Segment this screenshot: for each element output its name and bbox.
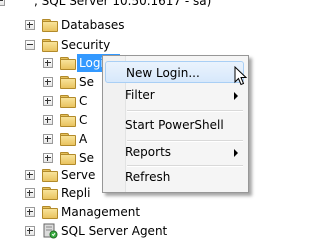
tree-item-label: A [79, 132, 88, 146]
expand-toggle[interactable] [25, 188, 35, 198]
tree-item-label: Se [79, 151, 94, 165]
expand-toggle[interactable] [25, 207, 35, 217]
folder-icon [60, 94, 76, 108]
mouse-pointer-icon [234, 66, 248, 86]
tree-item-label: Serve [61, 168, 96, 182]
menu-item-label: Reports [125, 145, 172, 159]
collapse-toggle[interactable] [25, 40, 35, 50]
expand-toggle[interactable] [25, 20, 35, 30]
expand-toggle[interactable] [25, 170, 35, 180]
folder-icon [42, 205, 58, 219]
context-menu: New Login... Filter Start PowerShell Rep… [102, 55, 249, 193]
tree-item-label: Databases [61, 18, 125, 32]
menu-item-new-login[interactable]: New Login... [105, 61, 244, 83]
menu-item-label: Start PowerShell [125, 118, 224, 132]
collapse-toggle[interactable] [0, 0, 5, 6]
folder-icon [60, 56, 76, 70]
menu-item-label: Refresh [125, 170, 171, 184]
server-node[interactable]: , SQL Server 10.50.1617 - sa) [0, 0, 323, 10]
menu-item-filter[interactable]: Filter [105, 84, 244, 106]
expand-toggle[interactable] [43, 153, 53, 163]
folder-icon [42, 186, 58, 200]
menu-separator [127, 110, 243, 112]
submenu-arrow-icon [234, 92, 238, 100]
tree-item-label: Security [61, 38, 111, 52]
tree-item-label: SQL Server Agent [61, 224, 168, 238]
menu-item-refresh[interactable]: Refresh [105, 166, 244, 188]
sql-agent-icon [43, 223, 58, 239]
folder-icon [42, 38, 58, 52]
tree-item-label: C [79, 113, 88, 127]
expand-toggle[interactable] [43, 58, 53, 68]
expand-toggle[interactable] [43, 115, 53, 125]
folder-icon [60, 75, 76, 89]
expand-toggle[interactable] [25, 226, 35, 236]
folder-icon [60, 151, 76, 165]
folder-icon [60, 113, 76, 127]
tree-item-label: C [79, 94, 88, 108]
expand-toggle[interactable] [43, 77, 53, 87]
menu-item-start-powershell[interactable]: Start PowerShell [105, 114, 244, 136]
server-node-label: , SQL Server 10.50.1617 - sa) [34, 0, 212, 8]
menu-item-reports[interactable]: Reports [105, 141, 244, 163]
tree-item-label: Repli [61, 186, 91, 200]
submenu-arrow-icon [234, 149, 238, 157]
expand-toggle[interactable] [43, 134, 53, 144]
tree-item-label: Se [79, 75, 94, 89]
expand-toggle[interactable] [43, 96, 53, 106]
folder-icon [60, 132, 76, 146]
tree-item-label: Management [61, 205, 141, 219]
menu-item-label: Filter [125, 88, 155, 102]
menu-item-label: New Login... [126, 66, 200, 80]
folder-icon [42, 18, 58, 32]
folder-icon [42, 168, 58, 182]
